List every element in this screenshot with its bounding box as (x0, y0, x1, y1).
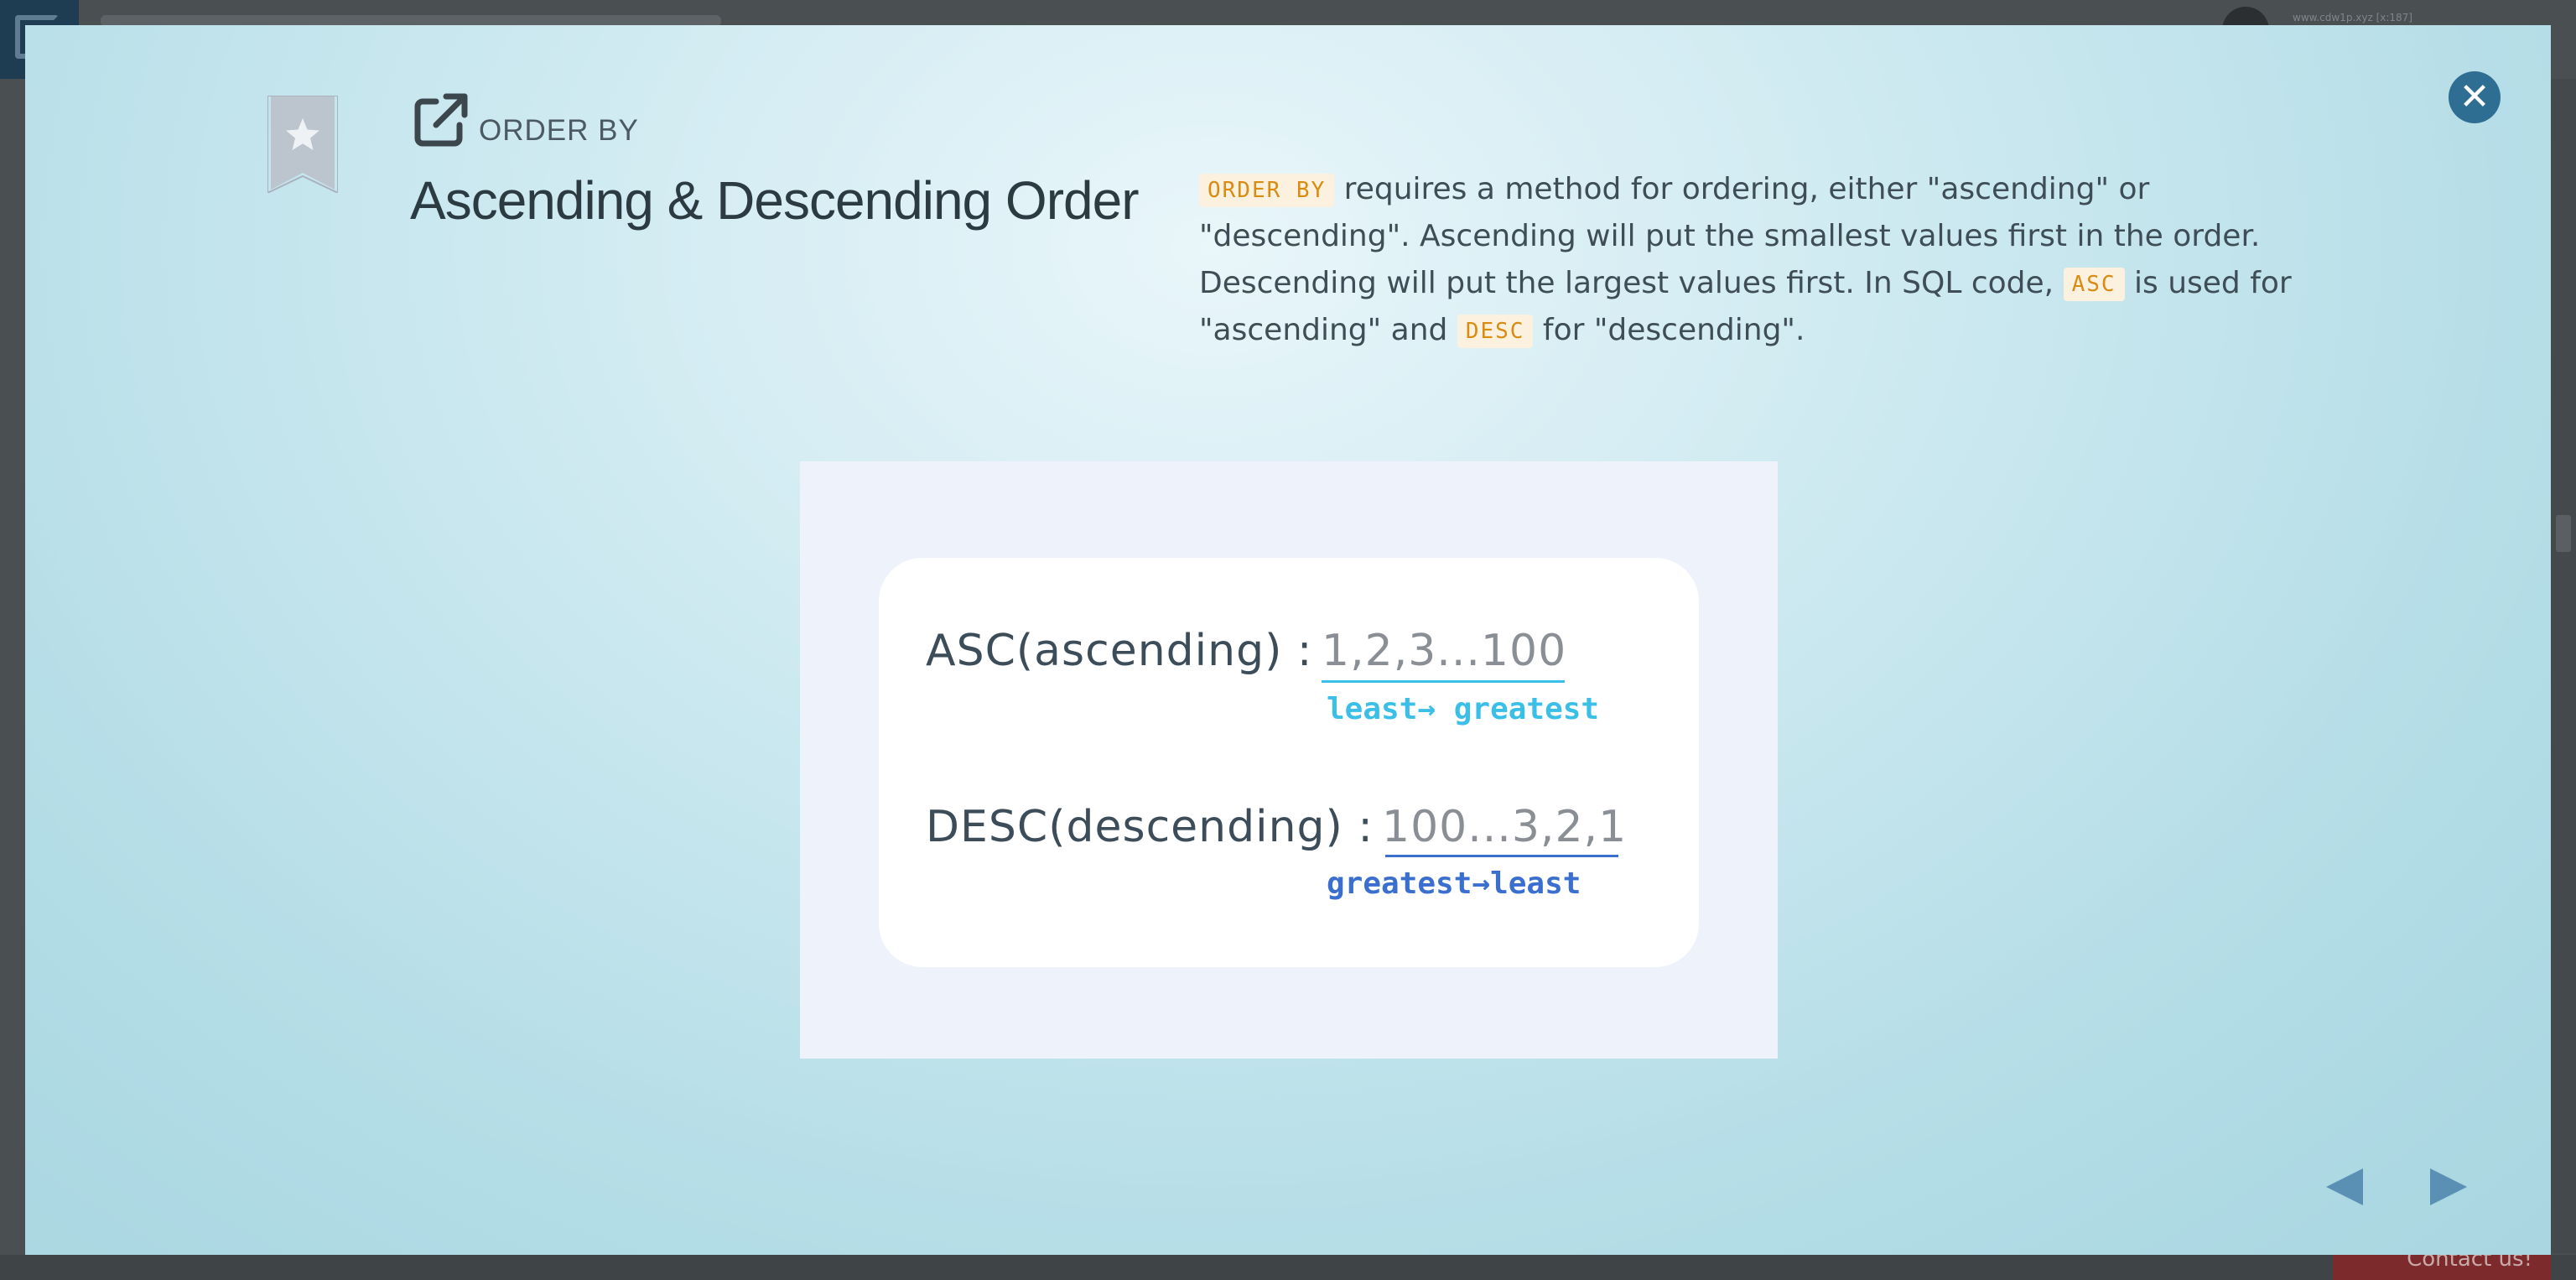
asc-underline (1322, 680, 1565, 683)
asc-sequence: 1,2,3...100 (1322, 626, 1567, 676)
background-url-text: www.cdw1p.xyz [x:187] (2293, 12, 2412, 23)
lesson-modal: ✕ ORDER BY Ascending & Descending Order … (25, 25, 2551, 1255)
desc-sequence: 100...3,2,1 (1382, 802, 1628, 852)
background-bottom-bar (0, 1255, 2576, 1280)
external-link-icon[interactable] (411, 90, 471, 150)
description-text-3: for "descending". (1533, 313, 1805, 347)
close-button[interactable]: ✕ (2449, 71, 2501, 123)
code-desc: DESC (1457, 315, 1534, 348)
desc-direction: greatest→least (1327, 866, 1581, 901)
triangle-left-icon[interactable] (2323, 1164, 2368, 1210)
scrollbar-thumb (2556, 515, 2571, 552)
illustration-card (879, 558, 1699, 967)
code-asc: ASC (2063, 268, 2125, 301)
background-scrollbar (2549, 79, 2576, 1253)
bookmark-star-icon[interactable] (267, 96, 338, 193)
lesson-description: ORDER BY requires a method for ordering,… (1199, 166, 2323, 354)
triangle-right-icon[interactable] (2425, 1164, 2470, 1210)
desc-underline (1385, 855, 1618, 857)
section-label: ORDER BY (479, 114, 639, 147)
close-icon: ✕ (2459, 75, 2490, 118)
asc-label: ASC(ascending) : (926, 626, 1313, 676)
asc-direction: least→ greatest (1327, 692, 1600, 726)
desc-label: DESC(descending) : (926, 802, 1374, 852)
code-order-by: ORDER BY (1199, 174, 1335, 207)
page-title: Ascending & Descending Order (410, 170, 1139, 231)
